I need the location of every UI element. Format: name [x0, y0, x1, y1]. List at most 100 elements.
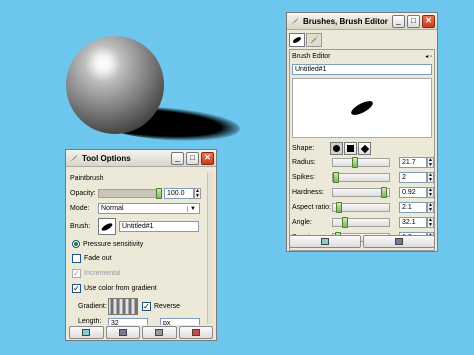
fade-out-checkbox[interactable] — [72, 254, 81, 263]
vertical-scrollbar[interactable] — [207, 172, 213, 324]
square-icon — [347, 145, 354, 152]
brush-preview-shape — [351, 101, 373, 115]
incremental-checkbox[interactable]: ✓ — [72, 269, 81, 278]
param-row: Spikes: 2 ▲ ▼ — [292, 172, 434, 183]
tool-name: Paintbrush — [70, 175, 104, 182]
shape-circle-button[interactable] — [330, 142, 343, 155]
restore-options-button[interactable] — [105, 326, 140, 339]
param-spinner[interactable]: ▲▼ — [427, 202, 434, 213]
delete-options-button[interactable] — [142, 326, 177, 339]
param-slider-thumb[interactable] — [336, 202, 342, 213]
length-unit-dropdown[interactable]: px — [160, 318, 200, 325]
maximize-button[interactable]: □ — [186, 151, 199, 165]
rendered-sphere — [66, 36, 164, 134]
diamond-icon — [360, 144, 369, 153]
opacity-input[interactable]: 100.0 — [164, 188, 194, 199]
param-input[interactable]: 32.1 — [399, 217, 427, 228]
reverse-label: Reverse — [154, 303, 181, 310]
reset-options-button[interactable] — [178, 326, 213, 339]
param-input[interactable]: 2 — [399, 172, 427, 183]
param-slider-thumb[interactable] — [381, 187, 387, 198]
param-slider[interactable] — [332, 187, 390, 198]
brush-editor-titlebar[interactable]: Brushes, Brush Editor _ □ ✕ — [287, 13, 437, 30]
param-spinner[interactable]: ▲▼ — [427, 157, 434, 168]
brush-shape-icon — [292, 37, 302, 43]
panel-menu-icon[interactable]: ◂ ▫ — [425, 53, 432, 60]
opacity-slider[interactable] — [98, 188, 162, 199]
shape-label: Shape: — [292, 145, 315, 152]
param-row: Aspect ratio: 2.1 ▲ ▼ — [292, 202, 434, 213]
param-slider[interactable] — [332, 157, 390, 168]
param-input[interactable]: 21.7 — [399, 157, 427, 168]
tool-options-window: Tool Options _ □ ✕ Paintbrush Opacity: 1… — [65, 149, 217, 341]
length-input[interactable]: 32 — [108, 318, 148, 325]
brush-name-field[interactable]: Untitled#1 — [292, 64, 432, 75]
mode-dropdown[interactable]: Normal ▼ — [98, 203, 200, 214]
param-label: Radius: — [292, 159, 316, 166]
param-label: Aspect ratio: — [292, 204, 331, 211]
gradient-label: Gradient: — [78, 303, 107, 310]
opacity-label: Opacity: — [70, 190, 96, 197]
opacity-slider-thumb[interactable] — [156, 188, 162, 199]
shape-diamond-button[interactable] — [358, 142, 371, 155]
use-gradient-checkbox[interactable]: ✓ — [72, 284, 81, 293]
param-row: Angle: 32.1 ▲ ▼ — [292, 217, 434, 228]
mode-label: Mode: — [70, 205, 90, 212]
save-options-button[interactable] — [69, 326, 104, 339]
paintbrush-icon — [310, 36, 318, 44]
param-slider[interactable] — [332, 217, 390, 228]
reset-icon — [191, 329, 200, 336]
tab-brushes[interactable] — [289, 33, 305, 47]
brush-name-field[interactable]: Untitled#1 — [119, 221, 199, 232]
save-icon — [82, 329, 91, 336]
brush-app-icon — [291, 17, 299, 25]
window-title: Brushes, Brush Editor — [303, 16, 388, 26]
brush-label: Brush: — [70, 223, 91, 230]
param-slider-thumb[interactable] — [352, 157, 358, 168]
param-input[interactable]: 0.92 — [399, 187, 427, 198]
shape-square-button[interactable] — [344, 142, 357, 155]
brush-shape-icon — [101, 222, 113, 231]
param-spinner[interactable]: ▲▼ — [427, 187, 434, 198]
use-gradient-label: Use color from gradient — [84, 285, 157, 292]
param-label: Spikes: — [292, 174, 315, 181]
minimize-button[interactable]: _ — [392, 14, 405, 28]
incremental-label: Incremental — [84, 270, 121, 277]
close-button[interactable]: ✕ — [422, 14, 435, 28]
restore-icon — [118, 329, 127, 336]
tool-options-titlebar[interactable]: Tool Options _ □ ✕ — [66, 150, 216, 167]
panel-label: Brush Editor — [292, 53, 331, 60]
close-button[interactable]: ✕ — [201, 151, 214, 165]
brush-editor-buttonbar — [289, 235, 435, 248]
fade-out-label: Fade out — [84, 255, 112, 262]
opacity-spinner[interactable]: ▲ ▼ — [194, 188, 201, 199]
save-brush-button[interactable] — [363, 235, 435, 248]
brush-selector-button[interactable] — [98, 218, 116, 235]
param-spinner[interactable]: ▲▼ — [427, 217, 434, 228]
param-row: Radius: 21.7 ▲ ▼ — [292, 157, 434, 168]
param-label: Angle: — [292, 219, 312, 226]
circle-icon — [333, 145, 340, 152]
pressure-sensitivity-toggle[interactable] — [72, 240, 80, 248]
tool-options-buttonbar — [69, 326, 213, 339]
minimize-button[interactable]: _ — [171, 151, 184, 165]
revert-button[interactable] — [289, 235, 361, 248]
revert-icon — [321, 238, 329, 245]
window-title: Tool Options — [82, 153, 131, 163]
param-spinner[interactable]: ▲▼ — [427, 172, 434, 183]
param-input[interactable]: 2.1 — [399, 202, 427, 213]
gradient-selector-button[interactable] — [108, 298, 138, 315]
brush-preview — [292, 78, 432, 138]
param-slider-thumb[interactable] — [333, 172, 339, 183]
param-slider-thumb[interactable] — [342, 217, 348, 228]
param-label: Hardness: — [292, 189, 324, 196]
delete-icon — [155, 329, 164, 336]
chevron-down-icon: ▼ — [187, 205, 198, 212]
tab-brush-editor[interactable] — [306, 33, 322, 47]
param-slider[interactable] — [332, 172, 390, 183]
reverse-checkbox[interactable]: ✓ — [142, 302, 151, 311]
save-icon — [395, 238, 403, 245]
param-slider[interactable] — [332, 202, 390, 213]
maximize-button[interactable]: □ — [407, 14, 420, 28]
length-label: Length: — [78, 318, 102, 325]
